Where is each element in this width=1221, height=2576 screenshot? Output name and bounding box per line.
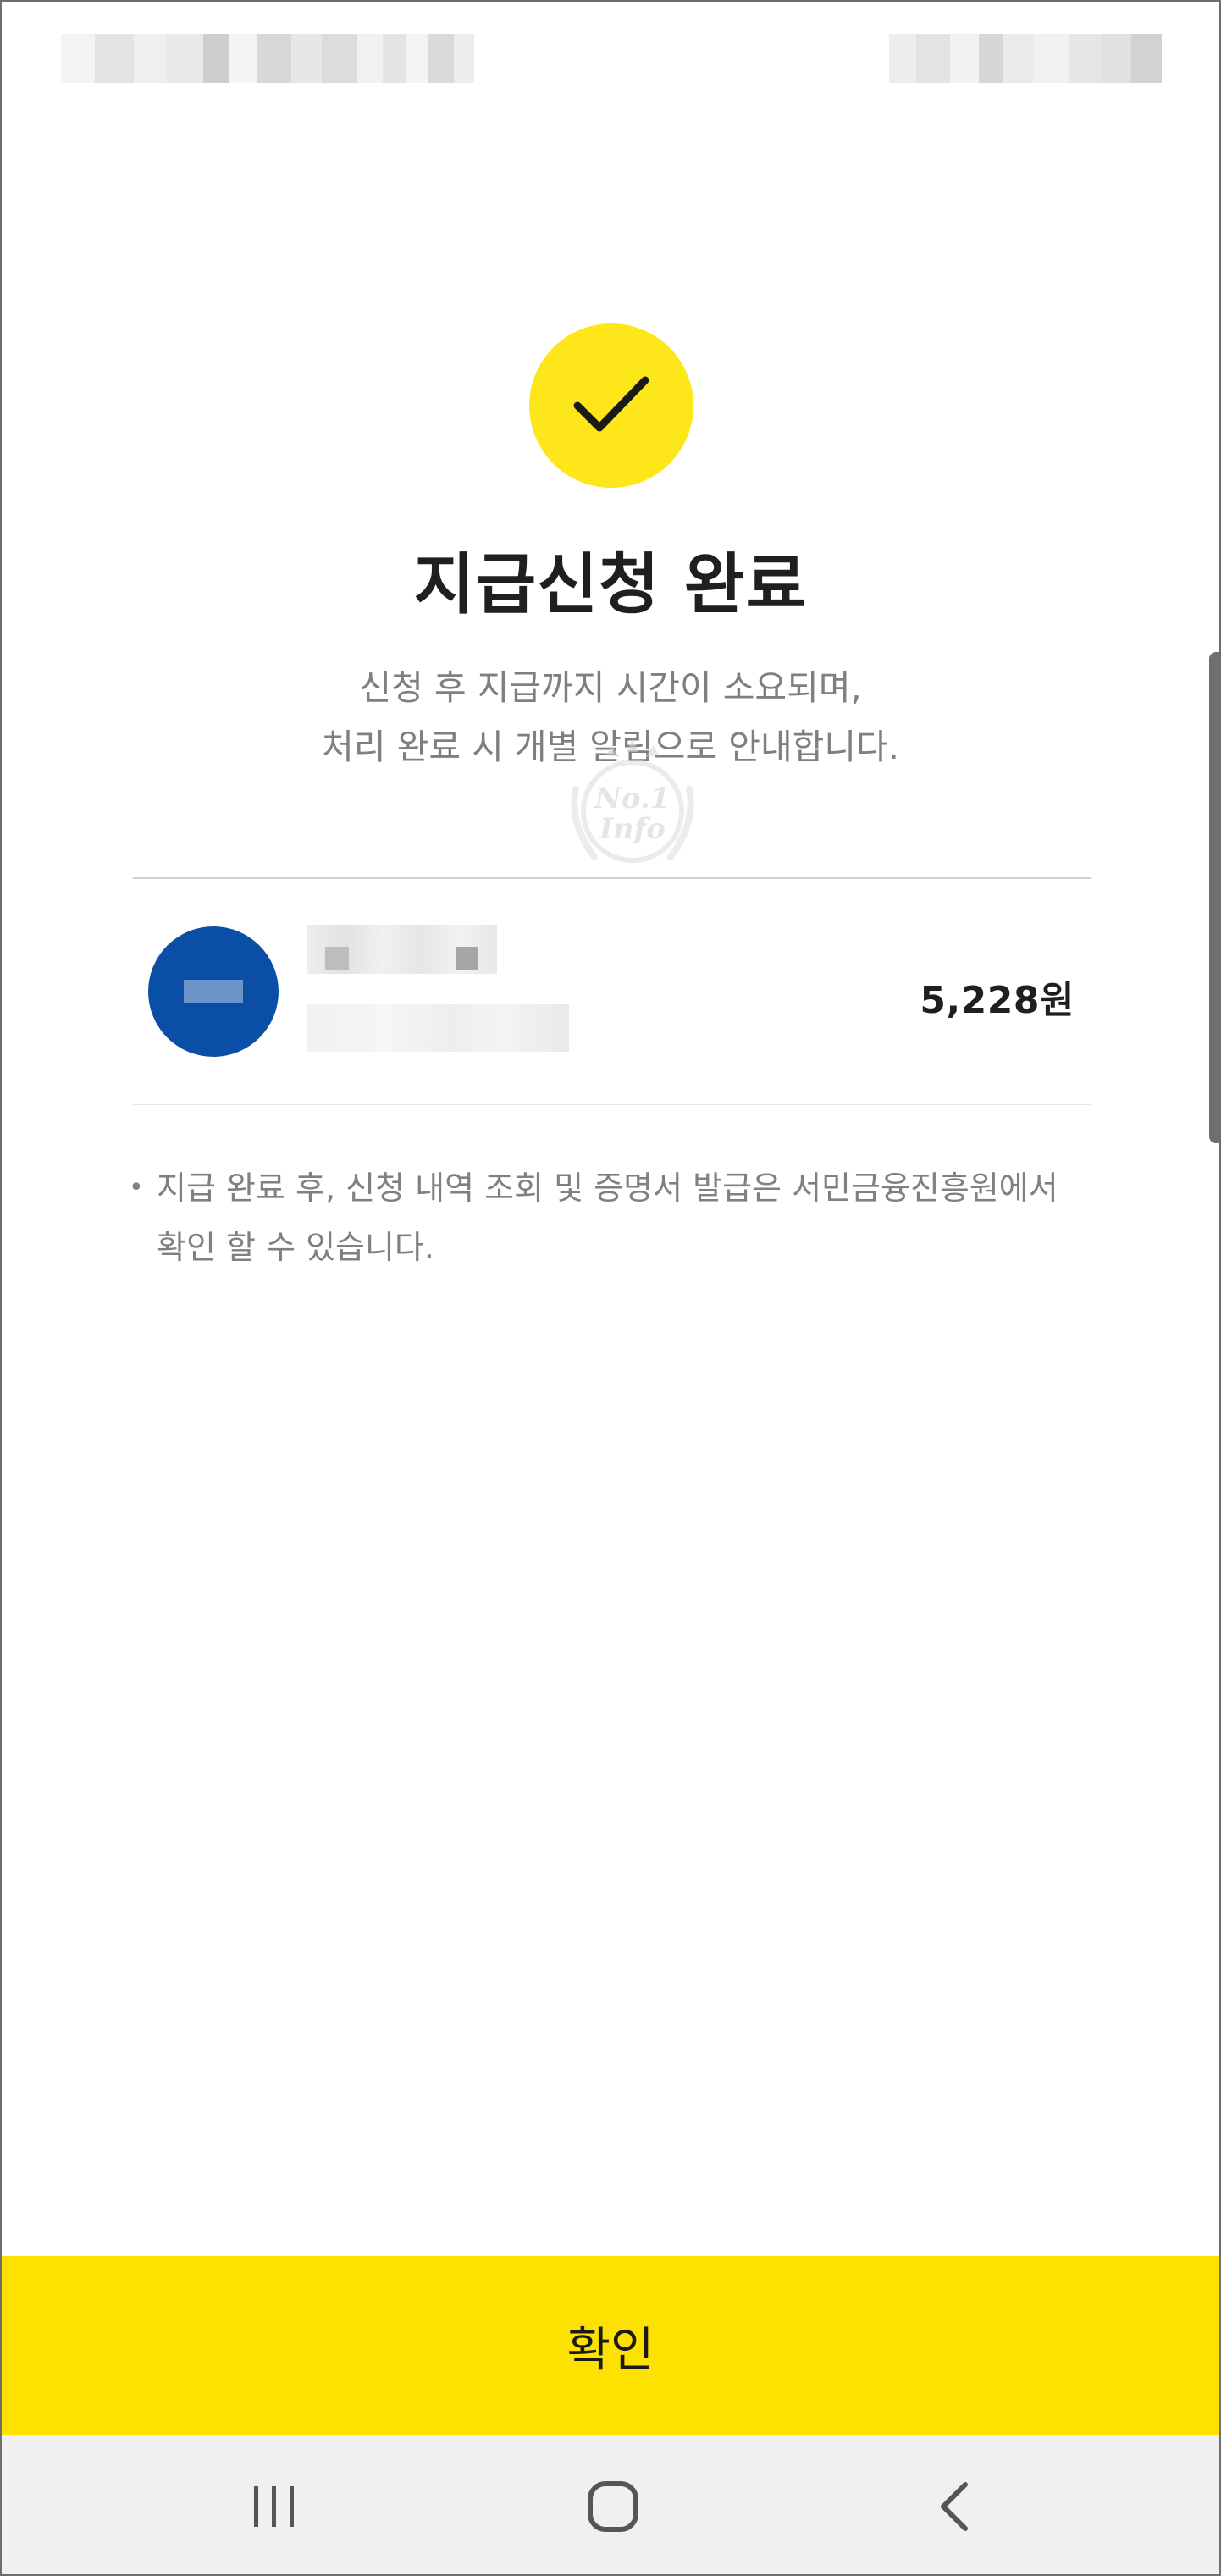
status-bar-time-redacted — [61, 34, 474, 83]
page-title: 지급신청 완료 — [413, 547, 808, 623]
confirm-button[interactable]: 확인 — [2, 2256, 1219, 2435]
divider — [133, 1104, 1091, 1105]
info-note-text: 지급 완료 후, 신청 내역 조회 및 증명서 발급은 서민금융진흥원에서 확인… — [157, 1169, 1058, 1266]
status-bar-indicators-redacted — [889, 34, 1162, 83]
subtitle-line-1: 신청 후 지급까지 시간이 소요되며, — [359, 667, 862, 708]
account-row: 5,228원 — [133, 882, 1091, 1104]
recent-apps-icon — [254, 2486, 294, 2527]
edge-panel-handle[interactable] — [1209, 652, 1219, 1143]
watermark-logo: No.1 Info — [571, 738, 694, 863]
account-name-redacted — [307, 925, 497, 974]
back-icon — [941, 2482, 968, 2531]
checkmark-icon — [573, 376, 649, 432]
bank-logo-mark — [184, 980, 243, 1003]
home-icon — [588, 2481, 638, 2532]
back-button[interactable] — [869, 2435, 1038, 2574]
account-number-redacted — [307, 1004, 569, 1052]
info-note: • 지급 완료 후, 신청 내역 조회 및 증명서 발급은 서민금융진흥원에서 … — [129, 1158, 1094, 1277]
recent-apps-button[interactable] — [190, 2435, 359, 2574]
home-button[interactable] — [528, 2435, 698, 2574]
success-badge — [529, 323, 693, 488]
watermark-line-1: No.1 — [594, 782, 671, 815]
bank-logo-icon — [148, 926, 279, 1057]
bullet: • — [129, 1173, 144, 1202]
system-navigation-bar — [2, 2435, 1219, 2574]
payout-amount: 5,228원 — [920, 979, 1075, 1022]
divider — [133, 877, 1091, 879]
screen: 지급신청 완료 신청 후 지급까지 시간이 소요되며, 처리 완료 시 개별 알… — [0, 0, 1221, 2576]
watermark-line-2: Info — [599, 812, 666, 846]
status-bar — [2, 2, 1219, 112]
